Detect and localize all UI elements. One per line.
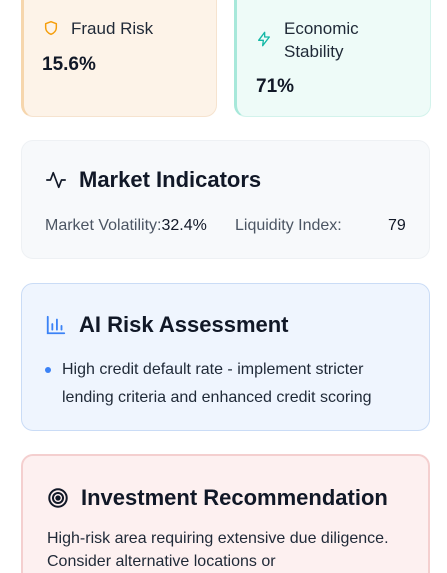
fraud-risk-header: Fraud Risk [43,17,153,40]
fraud-risk-label: Fraud Risk [71,19,154,38]
liquidity-index-value: 79 [388,217,406,234]
list-item: High credit default rate - implement str… [45,356,415,412]
list-item-text: High credit default rate - implement str… [62,361,372,406]
investment-recommendation-text: High-risk area requiring extensive due d… [47,530,389,570]
bullet-dot-icon [45,367,51,373]
ai-risk-list: High credit default rate - implement str… [45,356,415,412]
market-volatility-label: Market Volatility: [45,217,162,234]
activity-icon [46,171,66,189]
target-icon [48,488,68,508]
investment-recommendation-card: Investment Recommendation High-risk area… [21,454,430,573]
shield-icon [44,20,58,36]
investment-recommendation-title: Investment Recommendation [47,485,388,511]
economic-stability-value: 71% [256,76,295,97]
ai-risk-assessment-title-text: AI Risk Assessment [79,312,289,337]
investment-recommendation-title-text: Investment Recommendation [81,485,388,510]
bar-chart-icon [46,315,66,335]
fraud-risk-value: 15.6% [42,54,96,75]
fraud-risk-card: Fraud Risk 15.6% [21,0,217,117]
ai-risk-assessment-title: AI Risk Assessment [45,312,289,338]
economic-stability-card: Economic Stability 71% [234,0,431,117]
market-volatility: Market Volatility:32.4% [45,217,207,235]
market-volatility-value: 32.4% [161,217,207,234]
liquidity-index-label: Liquidity Index: [235,217,342,234]
market-indicators-title: Market Indicators [45,167,261,193]
market-indicators-card: Market Indicators Market Volatility:32.4… [21,140,430,259]
economic-stability-label: Economic Stability [284,19,359,61]
market-indicators-title-text: Market Indicators [79,167,262,192]
ai-risk-assessment-card: AI Risk Assessment High credit default r… [21,283,430,431]
lightning-icon [258,31,270,47]
economic-stability-header: Economic Stability [256,17,404,63]
